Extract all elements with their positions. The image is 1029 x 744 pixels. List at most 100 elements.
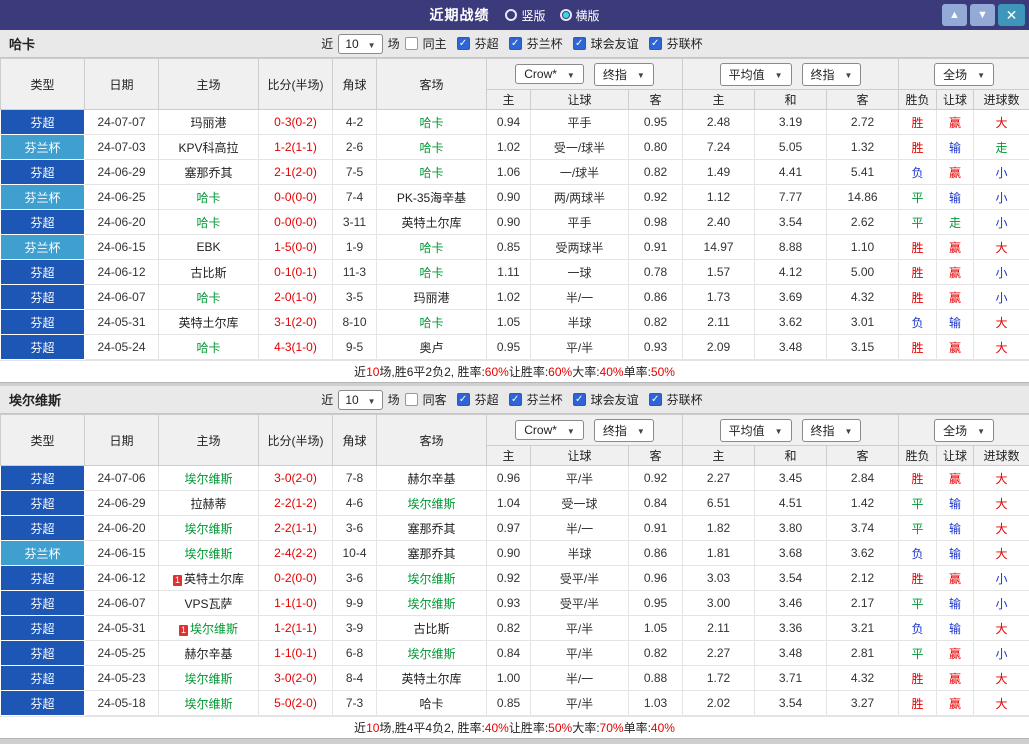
col-score: 比分(半场): [259, 59, 333, 110]
league-filter-checkbox-2[interactable]: [573, 37, 586, 50]
asian-home-odds: 1.00: [487, 666, 531, 691]
same-side-label: 同主: [423, 35, 447, 52]
match-row: 芬超24-06-29塞那乔其2-1(2-0)7-5哈卡1.06一/球半0.821…: [1, 160, 1029, 185]
match-row: 芬超24-06-12古比斯0-1(0-1)11-3哈卡1.11一球0.781.5…: [1, 260, 1029, 285]
same-side-label: 同客: [423, 391, 447, 408]
col-result-handicap: 让球: [937, 90, 974, 110]
match-score: 2-1(2-0): [259, 160, 333, 185]
result-outcome: 平: [899, 641, 937, 666]
match-date: 24-06-07: [85, 591, 159, 616]
away-team: 奥卢: [377, 335, 487, 360]
col-score: 比分(半场): [259, 415, 333, 466]
result-outcome: 胜: [899, 260, 937, 285]
asian-time-dropdown[interactable]: 终指: [594, 419, 654, 442]
home-team-name: EBK: [196, 240, 220, 254]
summary-segment: 40%: [600, 365, 624, 379]
league-filter-checkbox-1[interactable]: [509, 393, 522, 406]
asian-home-odds: 0.96: [487, 466, 531, 491]
euro-odds-header: 平均值 终指: [683, 59, 899, 90]
asian-source-dropdown[interactable]: Crow*: [515, 420, 584, 440]
col-euro-draw: 和: [755, 90, 827, 110]
same-side-checkbox[interactable]: [405, 37, 418, 50]
match-count-select[interactable]: 10: [338, 390, 382, 410]
match-row: 芬超24-06-07VPS瓦萨1-1(1-0)9-9埃尔维斯0.93受平/半0.…: [1, 591, 1029, 616]
league-badge: 芬兰杯: [1, 135, 85, 160]
league-filter-checkbox-2[interactable]: [573, 393, 586, 406]
match-score: 3-0(2-0): [259, 466, 333, 491]
match-row: 芬超24-06-20埃尔维斯2-2(1-1)3-6塞那乔其0.97半/一0.91…: [1, 516, 1029, 541]
scope-dropdown[interactable]: 全场: [934, 63, 994, 86]
scope-dropdown[interactable]: 全场: [934, 419, 994, 442]
col-result-handicap: 让球: [937, 446, 974, 466]
scroll-down-button[interactable]: ▼: [970, 4, 995, 26]
euro-time-dropdown[interactable]: 终指: [802, 419, 862, 442]
match-date: 24-05-25: [85, 641, 159, 666]
league-filter-checkbox-3[interactable]: [649, 37, 662, 50]
corner-score: 9-9: [333, 591, 377, 616]
euro-away-odds: 4.32: [827, 666, 899, 691]
same-side-checkbox[interactable]: [405, 393, 418, 406]
col-corner: 角球: [333, 59, 377, 110]
euro-source-dropdown[interactable]: 平均值: [720, 63, 792, 86]
asian-time-dropdown[interactable]: 终指: [594, 63, 654, 86]
result-handicap: 赢: [937, 335, 974, 360]
summary-row: 近10场,胜4平4负2, 胜率:40% 让胜率:50% 大率:70% 单率:40…: [0, 716, 1029, 738]
euro-away-odds: 3.74: [827, 516, 899, 541]
scope-header: 全场: [899, 415, 1029, 446]
league-badge: 芬超: [1, 466, 85, 491]
match-date: 24-05-18: [85, 691, 159, 716]
scroll-up-button[interactable]: ▲: [942, 4, 967, 26]
match-count-value: 10: [345, 393, 358, 407]
radio-horizontal-icon[interactable]: [560, 9, 572, 21]
result-goals: 大: [974, 541, 1029, 566]
result-handicap: 赢: [937, 466, 974, 491]
league-filter-checkbox-3[interactable]: [649, 393, 662, 406]
match-row: 芬超24-05-25赫尔辛基1-1(0-1)6-8埃尔维斯0.84平/半0.82…: [1, 641, 1029, 666]
euro-source-dropdown[interactable]: 平均值: [720, 419, 792, 442]
euro-home-odds: 1.82: [683, 516, 755, 541]
home-team: 古比斯: [159, 260, 259, 285]
result-outcome: 胜: [899, 110, 937, 135]
asian-home-odds: 1.04: [487, 491, 531, 516]
summary-segment: 让胜率:: [509, 719, 548, 736]
scope-value: 全场: [943, 66, 967, 83]
asian-source-dropdown[interactable]: Crow*: [515, 64, 584, 84]
asian-away-odds: 1.03: [629, 691, 683, 716]
match-date: 24-05-31: [85, 310, 159, 335]
chevron-down-icon: [845, 67, 853, 81]
euro-home-odds: 3.03: [683, 566, 755, 591]
asian-away-odds: 0.92: [629, 185, 683, 210]
result-goals: 大: [974, 491, 1029, 516]
match-date: 24-07-07: [85, 110, 159, 135]
home-team: 哈卡: [159, 335, 259, 360]
asian-home-odds: 1.02: [487, 135, 531, 160]
chevron-down-icon: [368, 393, 376, 407]
matches-table: 类型 日期 主场 比分(半场) 角球 客场 Crow* 终指 平均值 终指: [0, 414, 1029, 716]
asian-handicap: 半球: [531, 310, 629, 335]
radio-vertical-icon[interactable]: [505, 9, 517, 21]
asian-away-odds: 0.84: [629, 491, 683, 516]
result-handicap: 输: [937, 491, 974, 516]
layout-option-horizontal[interactable]: 横版: [560, 7, 600, 24]
result-goals: 大: [974, 616, 1029, 641]
league-filter-checkbox-0[interactable]: [457, 37, 470, 50]
asian-away-odds: 0.82: [629, 641, 683, 666]
away-team: 埃尔维斯: [377, 591, 487, 616]
col-asian-away: 客: [629, 446, 683, 466]
match-count-select[interactable]: 10: [338, 34, 382, 54]
league-filter-checkbox-0[interactable]: [457, 393, 470, 406]
away-team-name: 埃尔维斯: [407, 597, 455, 611]
league-filter-label-2: 球会友谊: [591, 391, 639, 408]
close-button[interactable]: ✕: [998, 4, 1025, 26]
away-team-name: 埃尔维斯: [407, 647, 455, 661]
asian-handicap: 半/一: [531, 285, 629, 310]
league-filter-checkbox-1[interactable]: [509, 37, 522, 50]
result-handicap: 输: [937, 541, 974, 566]
euro-home-odds: 3.00: [683, 591, 755, 616]
radio-horizontal-label: 横版: [576, 7, 600, 24]
euro-time-dropdown[interactable]: 终指: [802, 63, 862, 86]
asian-handicap: 平/半: [531, 335, 629, 360]
euro-away-odds: 3.01: [827, 310, 899, 335]
layout-option-vertical[interactable]: 竖版: [505, 7, 545, 24]
euro-draw-odds: 5.05: [755, 135, 827, 160]
